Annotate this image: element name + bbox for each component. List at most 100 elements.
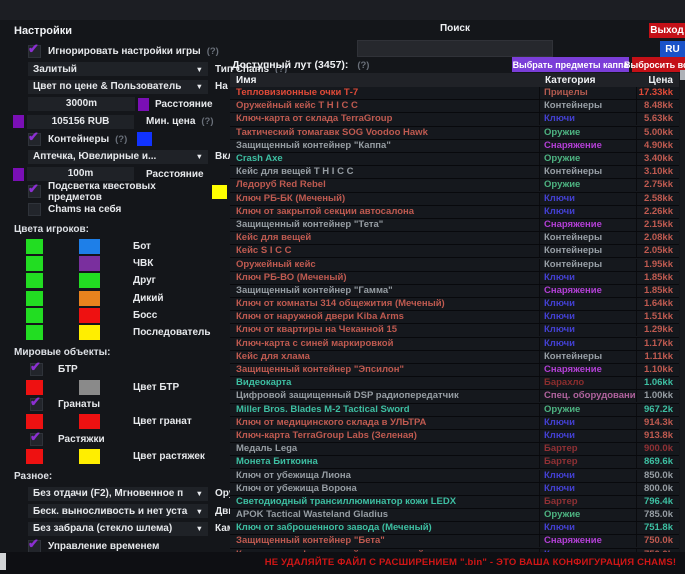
min-price-input[interactable]: 105156 RUB (27, 115, 134, 129)
checkbox-containers[interactable]: Контейнеры (?) (0, 131, 230, 149)
loot-row[interactable]: Ключ от наружной двери Kiba ArmsКлючи1.5… (230, 311, 679, 324)
containers-distance-color-swatch[interactable] (13, 168, 24, 181)
loot-row[interactable]: Оружейный кейсКонтейнеры1.95kk (230, 258, 679, 271)
loot-row[interactable]: Цифровой защищенный DSP радиопередатчикС… (230, 390, 679, 403)
checkbox-box[interactable] (30, 398, 43, 411)
loot-row[interactable]: Ключ РБ-ВО (Меченый)Ключи1.85kk (230, 272, 679, 285)
loot-row[interactable]: Miller Bros. Blades M-2 Tactical SwordОр… (230, 404, 679, 417)
loot-row[interactable]: APOK Tactical Wasteland GladiusОружие785… (230, 509, 679, 522)
min-price-color-swatch[interactable] (13, 115, 24, 128)
loot-row[interactable]: Ключ РБ-БК (Меченый)Ключи2.58kk (230, 193, 679, 206)
loot-row[interactable]: Тепловизионные очки Т-7Прицелы17.33kk (230, 87, 679, 100)
btr-swatch-2[interactable] (79, 380, 100, 395)
loot-row[interactable]: Ключ от закрытой секции автосалонаКлючи2… (230, 206, 679, 219)
loot-row[interactable]: Ключ от заброшенного завода (Меченый)Клю… (230, 522, 679, 535)
scrollbar-thumb[interactable] (680, 70, 685, 80)
loot-row[interactable]: Ледоруб Red RebelОружие2.75kk (230, 179, 679, 192)
loot-row[interactable]: Защищенный контейнер "Бета"Снаряжение750… (230, 535, 679, 548)
select-kappa-items-button[interactable]: Выбрать предметы каппа (512, 57, 629, 72)
exit-button[interactable]: Выход (649, 23, 685, 38)
color-mode-dropdown[interactable]: Цвет по цене & Пользователь (28, 80, 208, 94)
containers-filter-dropdown[interactable]: Аптечка, Ювелирные и... (28, 150, 208, 164)
loot-row[interactable]: Защищенный контейнер "Гамма"Снаряжение1.… (230, 285, 679, 298)
tripwire-swatch-1[interactable] (26, 449, 43, 464)
quest-color-swatch[interactable] (212, 185, 227, 199)
chams-color-swatch[interactable] (26, 308, 43, 323)
chevron-down-icon (196, 82, 203, 91)
loot-row[interactable]: Кейс для вещей T H I C CКонтейнеры3.10kk (230, 166, 679, 179)
chams-color-swatch[interactable] (26, 239, 43, 254)
loot-row[interactable]: Кейс для вещейКонтейнеры2.08kk (230, 232, 679, 245)
loot-row[interactable]: Светодиодный трансиллюминатор кожи LEDXБ… (230, 496, 679, 509)
checkbox-ignore-game-settings[interactable]: Игнорировать настройки игры (?) (0, 43, 230, 61)
camera-dropdown[interactable]: Без забрала (стекло шлема) (28, 522, 208, 536)
chams-type-dropdown[interactable]: Залитый (28, 62, 208, 76)
loot-row[interactable]: Тактический томагавк SOG Voodoo HawkОруж… (230, 127, 679, 140)
checkbox-chams-self[interactable]: Chams на себя (0, 201, 230, 219)
chams-color-swatch[interactable] (26, 291, 43, 306)
chams-color-swatch[interactable] (26, 256, 43, 271)
distance-input[interactable]: 3000m (28, 97, 135, 111)
loot-row[interactable]: ВидеокартаБарахло1.06kk (230, 377, 679, 390)
loot-row[interactable]: Ключ-карта с синей маркировкойКлючи1.17k… (230, 338, 679, 351)
grenade-swatch-2[interactable] (79, 414, 100, 429)
player-color-swatch[interactable] (79, 291, 100, 306)
containers-distance-input[interactable]: 100m (27, 167, 134, 181)
loot-row[interactable]: Ключ от медицинского склада в УЛЬТРАКлюч… (230, 417, 679, 430)
language-button[interactable]: RU (660, 41, 685, 57)
loot-row[interactable]: Ключ от убежища ВоронаКлючи800.0k (230, 483, 679, 496)
column-header-price[interactable]: Цена (637, 75, 679, 86)
checkbox-btr[interactable]: БТР (0, 361, 230, 379)
loot-row[interactable]: Ключ от убежища ЛионаКлючи850.0k (230, 469, 679, 482)
grenade-swatch-1[interactable] (26, 414, 43, 429)
loot-item-price: 869.6k (636, 456, 679, 468)
loot-row[interactable]: Монета БиткоинаБартер869.6k (230, 456, 679, 469)
loot-row[interactable]: Кейс для хламаКонтейнеры1.11kk (230, 351, 679, 364)
loot-item-price: 8.48kk (636, 100, 679, 112)
tripwire-swatch-2[interactable] (79, 449, 100, 464)
checkbox-box[interactable] (28, 540, 41, 553)
search-input[interactable] (357, 40, 553, 57)
containers-color-swatch[interactable] (137, 132, 152, 146)
column-header-name[interactable]: Имя (230, 75, 541, 86)
column-header-category[interactable]: Категория (541, 75, 637, 86)
checkbox-tripwires[interactable]: Растяжки (0, 431, 230, 449)
player-color-swatch[interactable] (79, 256, 100, 271)
loot-row[interactable]: Ключ от комнаты 314 общежития (Меченый)К… (230, 298, 679, 311)
loot-row[interactable]: Ключ-карта от склада TerraGroupКлючи5.63… (230, 113, 679, 126)
loot-row[interactable]: Медаль LegaБартер900.0k (230, 443, 679, 456)
checkbox-box[interactable] (28, 133, 41, 146)
distance-color-swatch[interactable] (138, 98, 149, 111)
chams-color-swatch[interactable] (26, 273, 43, 288)
help-icon[interactable]: (?) (201, 116, 213, 127)
scrollbar-track[interactable] (680, 70, 685, 552)
player-color-swatch[interactable] (79, 325, 100, 340)
loot-row[interactable]: Crash AxeОружие3.40kk (230, 153, 679, 166)
chams-color-swatch[interactable] (26, 325, 43, 340)
help-icon[interactable]: (?) (207, 46, 219, 57)
btr-swatch-1[interactable] (26, 380, 43, 395)
loot-row[interactable]: Оружейный кейс T H I C CКонтейнеры8.48kk (230, 100, 679, 113)
player-color-swatch[interactable] (79, 308, 100, 323)
help-icon[interactable]: (?) (115, 134, 127, 145)
loot-row[interactable]: Защищенный контейнер "Эпсилон"Снаряжение… (230, 364, 679, 377)
checkbox-quest-highlight[interactable]: Подсветка квестовых предметов (0, 183, 230, 201)
checkbox-box[interactable] (28, 203, 41, 216)
loot-row[interactable]: Кейс S I C CКонтейнеры2.05kk (230, 245, 679, 258)
player-color-swatch[interactable] (79, 239, 100, 254)
checkbox-box[interactable] (30, 433, 43, 446)
checkbox-box[interactable] (30, 363, 43, 376)
player-color-swatch[interactable] (79, 273, 100, 288)
help-icon[interactable]: (?) (357, 60, 369, 71)
movement-dropdown[interactable]: Беск. выносливость и нет уста (28, 504, 208, 518)
discard-all-button[interactable]: Выбросить все (632, 57, 685, 72)
loot-row[interactable]: Защищенный контейнер "Тета"Снаряжение2.1… (230, 219, 679, 232)
weapon-dropdown[interactable]: Без отдачи (F2), Мгновенное п (28, 487, 208, 501)
chevron-down-icon (196, 152, 203, 161)
loot-row[interactable]: Ключ от квартиры на Чеканной 15Ключи1.29… (230, 324, 679, 337)
loot-row[interactable]: Ключ-карта TerraGroup Labs (Зеленая)Ключ… (230, 430, 679, 443)
checkbox-grenades[interactable]: Гранаты (0, 396, 230, 414)
checkbox-box[interactable] (28, 45, 41, 58)
loot-row[interactable]: Защищенный контейнер "Каппа"Снаряжение4.… (230, 140, 679, 153)
checkbox-box[interactable] (28, 185, 41, 198)
